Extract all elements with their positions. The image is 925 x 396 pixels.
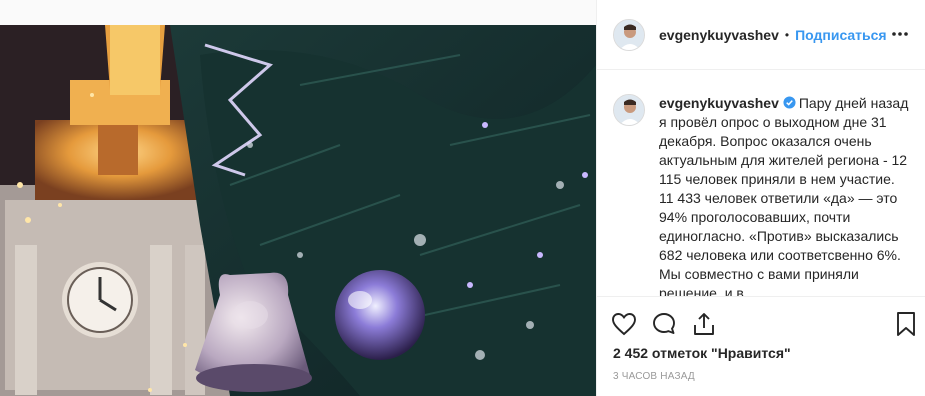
- user-photo-icon: [614, 19, 644, 50]
- caption-body: Пару дней назад я провёл опрос о выходно…: [659, 95, 909, 296]
- post-timestamp[interactable]: 3 часов назад: [613, 371, 695, 382]
- post-side-panel: evgenykuyvashev • Подписаться evgenykuyv…: [596, 0, 925, 396]
- post-photo[interactable]: [0, 25, 596, 396]
- comment-icon[interactable]: [651, 311, 677, 337]
- separator-dot: •: [784, 27, 790, 42]
- bookmark-icon[interactable]: [893, 311, 919, 337]
- likes-count[interactable]: 2 452 отметок "Нравится": [613, 345, 791, 361]
- user-photo-icon: [614, 95, 644, 125]
- caption-avatar[interactable]: [613, 94, 645, 126]
- christmas-tree-photo: [0, 25, 596, 396]
- share-icon[interactable]: [691, 311, 717, 337]
- header-username[interactable]: evgenykuyvashev: [659, 27, 779, 43]
- post-caption: evgenykuyvashev Пару дней назад я провёл…: [597, 70, 925, 296]
- heart-icon[interactable]: [611, 311, 637, 337]
- more-horizontal-icon[interactable]: [890, 24, 910, 44]
- top-gap: [0, 0, 596, 25]
- caption-text-block: evgenykuyvashev Пару дней назад я провёл…: [659, 94, 909, 296]
- post-header: evgenykuyvashev • Подписаться: [597, 0, 925, 70]
- avatar[interactable]: [613, 18, 645, 51]
- follow-button[interactable]: Подписаться: [795, 27, 887, 43]
- caption-username[interactable]: evgenykuyvashev: [659, 95, 779, 111]
- verified-badge-icon: [783, 96, 796, 109]
- post-actions: 2 452 отметок "Нравится" 3 часов назад: [597, 296, 925, 396]
